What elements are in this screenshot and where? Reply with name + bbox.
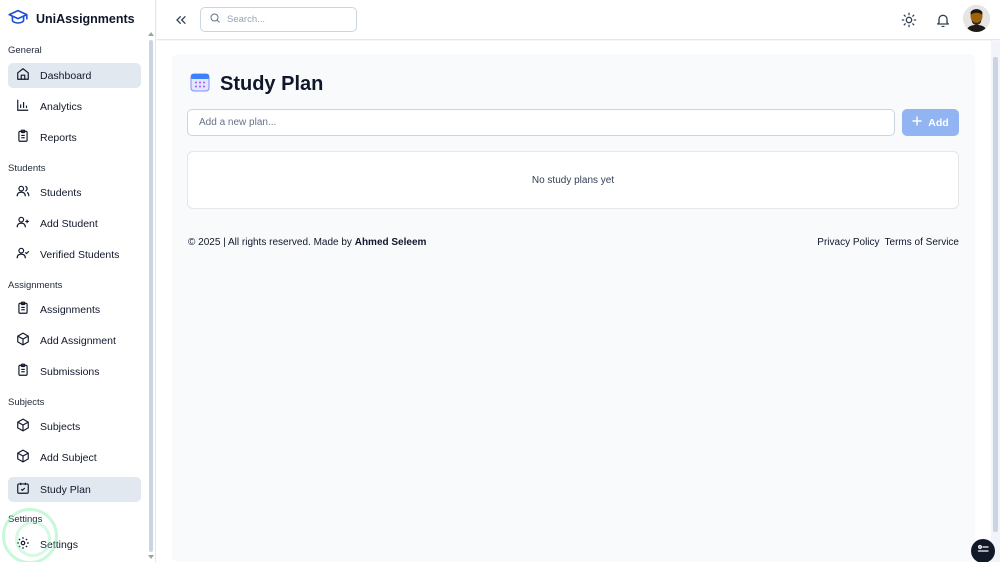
sidebar-item-submissions[interactable]: Submissions	[8, 359, 141, 384]
sidebar-item-label: Study Plan	[40, 483, 91, 496]
user-plus-icon	[16, 215, 30, 232]
theme-toggle-button[interactable]	[901, 12, 917, 28]
add-plan-button[interactable]: Add	[902, 109, 959, 136]
sidebar-item-study-plan[interactable]: Study Plan	[8, 477, 141, 502]
floating-menu-button[interactable]	[971, 539, 995, 562]
search-icon	[209, 11, 221, 29]
section-label-general: General	[8, 45, 42, 56]
sidebar-item-label: Subjects	[40, 420, 81, 433]
watermark-logo	[2, 508, 58, 562]
sidebar-item-label: Add Assignment	[40, 334, 116, 347]
clipboard-list-icon	[16, 301, 30, 318]
calendar-check-icon	[16, 481, 30, 498]
sidebar-scrollbar[interactable]	[149, 40, 153, 552]
section-label-assignments: Assignments	[8, 280, 63, 291]
clipboard-check-icon	[16, 363, 30, 380]
privacy-policy-link[interactable]: Privacy Policy	[817, 237, 879, 248]
box-icon	[16, 418, 30, 435]
sidebar-item-subjects[interactable]: Subjects	[8, 414, 141, 439]
collapse-sidebar-button[interactable]	[173, 12, 189, 28]
copyright-text: © 2025 | All rights reserved. Made by	[188, 237, 355, 248]
page-title: Study Plan	[220, 73, 324, 95]
sidebar-item-dashboard[interactable]: Dashboard	[8, 63, 141, 88]
section-label-subjects: Subjects	[8, 397, 45, 408]
avatar[interactable]	[963, 5, 990, 32]
sidebar-item-reports[interactable]: Reports	[8, 125, 141, 150]
sidebar-item-add-subject[interactable]: Add Subject	[8, 445, 141, 470]
main-scrollbar[interactable]	[991, 41, 1000, 562]
package-plus-icon	[16, 449, 30, 466]
main-scrollbar-thumb[interactable]	[993, 57, 998, 532]
brand[interactable]: UniAssignments	[8, 8, 135, 30]
package-plus-icon	[16, 332, 30, 349]
bell-icon	[935, 14, 951, 32]
clipboard-icon	[16, 129, 30, 146]
sidebar-item-add-assignment[interactable]: Add Assignment	[8, 328, 141, 353]
search-input[interactable]	[227, 14, 347, 25]
menu-icon	[977, 542, 989, 560]
chevrons-left-icon	[173, 15, 189, 32]
users-icon	[16, 184, 30, 201]
sidebar-item-label: Submissions	[40, 365, 100, 378]
section-label-students: Students	[8, 163, 46, 174]
scroll-down-arrow[interactable]	[148, 555, 154, 559]
sidebar-item-label: Analytics	[40, 100, 83, 113]
sidebar-item-label: Dashboard	[40, 69, 92, 82]
sidebar-item-students[interactable]: Students	[8, 180, 141, 205]
notifications-button[interactable]	[935, 12, 951, 28]
sidebar-item-verified-students[interactable]: Verified Students	[8, 242, 141, 267]
scroll-up-arrow[interactable]	[148, 32, 154, 36]
plus-icon	[912, 116, 922, 129]
empty-state: No study plans yet	[187, 151, 959, 209]
page-header: Study Plan	[190, 72, 323, 97]
calendar-icon	[190, 72, 210, 97]
footer-links: Privacy Policy Terms of Service	[817, 237, 959, 248]
sidebar: UniAssignments General Dashboard Analyti…	[0, 0, 156, 562]
search-box[interactable]	[200, 7, 357, 32]
sidebar-item-label: Students	[40, 186, 82, 199]
bar-chart-icon	[16, 98, 30, 115]
sidebar-item-add-student[interactable]: Add Student	[8, 211, 141, 236]
app-name: UniAssignments	[36, 12, 135, 26]
user-check-icon	[16, 246, 30, 263]
sidebar-item-label: Assignments	[40, 303, 101, 316]
add-button-label: Add	[928, 116, 949, 129]
topbar	[157, 0, 1000, 40]
graduation-cap-icon	[8, 9, 28, 30]
sidebar-item-label: Reports	[40, 131, 77, 144]
sidebar-item-analytics[interactable]: Analytics	[8, 94, 141, 119]
home-icon	[16, 67, 30, 84]
new-plan-input[interactable]	[187, 109, 895, 136]
terms-of-service-link[interactable]: Terms of Service	[885, 237, 959, 248]
empty-state-text: No study plans yet	[531, 174, 615, 186]
sun-icon	[901, 12, 917, 32]
sidebar-item-label: Verified Students	[40, 248, 120, 261]
sidebar-item-label: Add Student	[40, 217, 98, 230]
footer-copyright: © 2025 | All rights reserved. Made by Ah…	[188, 237, 426, 248]
author-name: Ahmed Seleem	[354, 237, 427, 248]
sidebar-item-label: Add Subject	[40, 451, 97, 464]
sidebar-item-assignments[interactable]: Assignments	[8, 297, 141, 322]
